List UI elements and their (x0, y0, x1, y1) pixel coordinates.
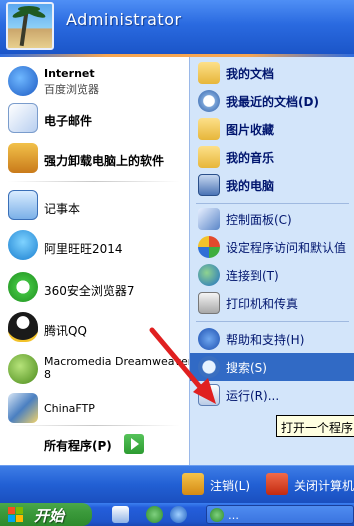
help-icon (198, 328, 220, 350)
recent-dreamweaver[interactable]: Macromedia Dreamweaver 8 (0, 349, 193, 389)
place-my-pictures-label: 图片收藏 (226, 123, 275, 137)
recent-360-browser-label: 360安全浏览器7 (44, 284, 135, 298)
shutdown-button[interactable]: 关闭计算机 (266, 473, 354, 497)
search-icon (198, 356, 220, 378)
recent-aliwangwang[interactable]: 阿里旺旺2014 (0, 227, 189, 265)
right-separator-1 (196, 203, 349, 204)
recent-notepad-label: 记事本 (44, 202, 81, 216)
pinned-uninstall-label: 强力卸载电脑上的软件 (44, 154, 165, 168)
search[interactable]: 搜索(S) (190, 353, 354, 381)
control-panel-icon (198, 208, 220, 230)
recent-360-browser[interactable]: 360安全浏览器7 (0, 269, 189, 307)
taskbar: 开始 … (0, 503, 354, 526)
place-my-documents-label: 我的文档 (226, 67, 275, 81)
control-panel[interactable]: 控制面板(C) (190, 205, 354, 233)
task-title: … (228, 509, 239, 522)
place-recent-documents[interactable]: 我最近的文档(D) (190, 87, 354, 115)
run-label: 运行(R)... (226, 389, 280, 403)
pinned-email-label: 电子邮件 (44, 114, 93, 128)
start-label: 开始 (34, 507, 65, 525)
email-icon (8, 103, 38, 133)
user-name: Administrator (66, 10, 182, 29)
printers-and-faxes-label: 打印机和传真 (226, 297, 299, 311)
connect-to[interactable]: 连接到(T) (190, 261, 354, 289)
pinned-internet-label: Internet (44, 67, 95, 80)
recent-chinaftp-label: ChinaFTP (44, 402, 95, 415)
set-program-defaults-label: 设定程序访问和默认值 (226, 241, 347, 255)
pinned-internet-sub: 百度浏览器 (44, 83, 99, 96)
key-icon (182, 473, 204, 495)
all-programs-label: 所有程序(P) (44, 439, 112, 453)
shutdown-label: 关闭计算机 (294, 479, 354, 493)
recent-chinaftp[interactable]: ChinaFTP (0, 391, 189, 425)
quicklaunch-desktop-icon[interactable] (112, 506, 129, 523)
globe-icon (198, 264, 220, 286)
pictures-folder-icon (198, 118, 220, 140)
start-button[interactable]: 开始 (0, 503, 92, 526)
quicklaunch-360-icon[interactable] (146, 506, 163, 523)
recent-dreamweaver-label: Macromedia Dreamweaver (44, 355, 193, 368)
uninstall-icon (8, 143, 38, 173)
right-separator-2 (196, 321, 349, 322)
recent-qq-label: 腾讯QQ (44, 324, 87, 338)
place-my-documents[interactable]: 我的文档 (190, 59, 354, 87)
printer-icon (198, 292, 220, 314)
recent-qq[interactable]: 腾讯QQ (0, 309, 189, 347)
pinned-uninstall[interactable]: 强力卸载电脑上的软件 (0, 141, 189, 177)
dreamweaver-icon (8, 354, 38, 384)
place-my-computer-label: 我的电脑 (226, 179, 275, 193)
clock-icon (198, 90, 220, 112)
task-app-icon (210, 508, 224, 522)
taskbar-button-1[interactable]: … (206, 505, 354, 524)
recent-notepad[interactable]: 记事本 (0, 187, 189, 225)
qq-icon (8, 312, 38, 342)
connect-to-label: 连接到(T) (226, 269, 279, 283)
power-icon (266, 473, 288, 495)
printers-and-faxes[interactable]: 打印机和传真 (190, 289, 354, 317)
user-avatar[interactable] (6, 2, 54, 50)
pinned-internet[interactable]: Internet 百度浏览器 (0, 61, 189, 101)
windows-logo-icon (8, 507, 23, 522)
recent-aliwangwang-label: 阿里旺旺2014 (44, 242, 123, 256)
notepad-icon (8, 190, 38, 220)
pinned-separator (8, 181, 180, 182)
search-label: 搜索(S) (226, 361, 267, 375)
help-and-support[interactable]: 帮助和支持(H) (190, 325, 354, 353)
quicklaunch-browser-icon[interactable] (170, 506, 187, 523)
green-arrow-icon (124, 434, 144, 454)
pinned-email[interactable]: 电子邮件 (0, 101, 189, 137)
aliwangwang-icon (8, 230, 38, 260)
help-and-support-label: 帮助和支持(H) (226, 333, 305, 347)
place-my-music-label: 我的音乐 (226, 151, 275, 165)
computer-icon (198, 174, 220, 196)
ftp-icon (8, 393, 38, 423)
place-my-pictures[interactable]: 图片收藏 (190, 115, 354, 143)
place-my-computer[interactable]: 我的电脑 (190, 171, 354, 199)
run[interactable]: 运行(R)... (190, 381, 354, 409)
run-tooltip: 打开一个程序 (276, 415, 354, 437)
all-programs-button[interactable]: 所有程序(P) (0, 425, 189, 465)
run-icon (198, 384, 220, 406)
start-menu-header: Administrator (0, 0, 354, 54)
right-pane: 我的文档 我最近的文档(D) 图片收藏 我的音乐 我的电脑 控制面板(C) 设定… (189, 57, 354, 465)
browser-icon (8, 66, 38, 96)
set-program-defaults[interactable]: 设定程序访问和默认值 (190, 233, 354, 261)
control-panel-label: 控制面板(C) (226, 213, 292, 227)
music-folder-icon (198, 146, 220, 168)
360-browser-icon (8, 272, 38, 302)
logoff-label: 注销(L) (210, 479, 251, 493)
recent-dreamweaver-label2: 8 (44, 368, 51, 381)
start-menu-footer: 注销(L) 关闭计算机 (0, 465, 354, 503)
left-pane: Internet 百度浏览器 电子邮件 强力卸载电脑上的软件 记事本 阿里旺旺2… (0, 57, 193, 465)
program-defaults-icon (198, 236, 220, 258)
logoff-button[interactable]: 注销(L) (182, 473, 262, 497)
folder-icon (198, 62, 220, 84)
place-my-music[interactable]: 我的音乐 (190, 143, 354, 171)
place-recent-documents-label: 我最近的文档(D) (226, 95, 319, 109)
